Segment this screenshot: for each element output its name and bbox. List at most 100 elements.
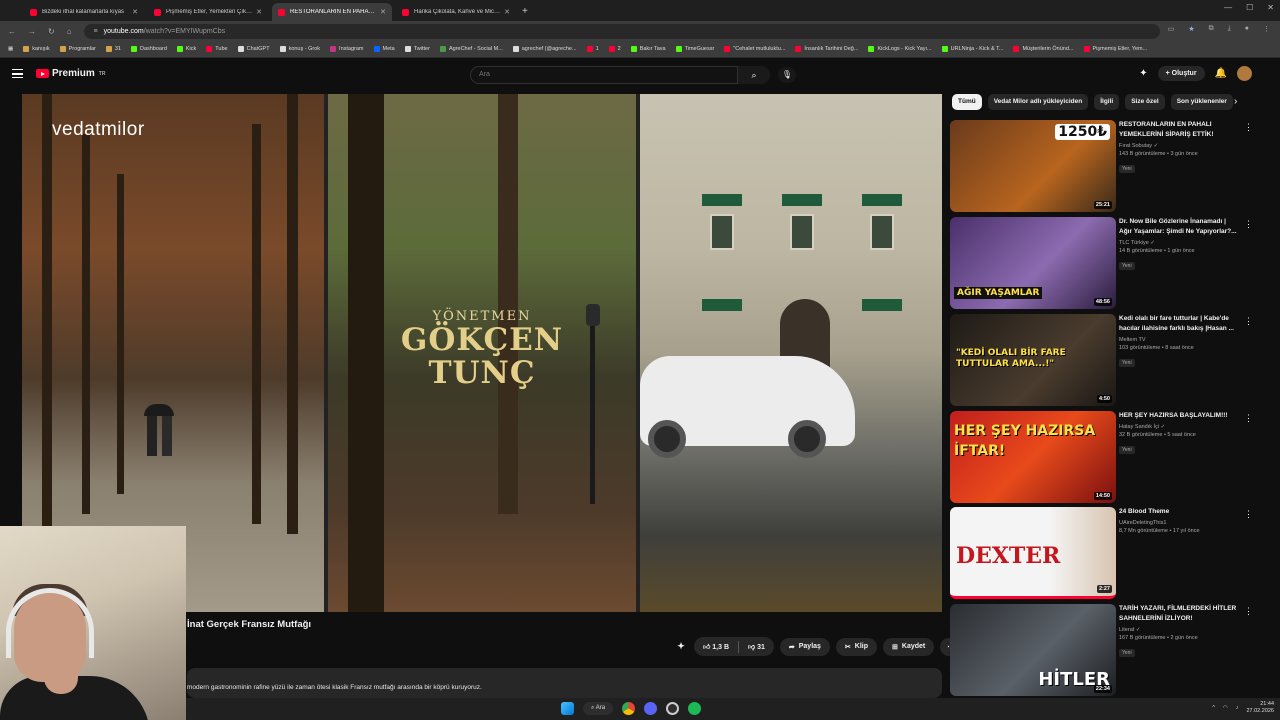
chip-recently-uploaded[interactable]: Son yüklenenler — [1170, 94, 1233, 110]
more-options-icon[interactable]: ⋮ — [1244, 606, 1253, 617]
youtube-premium-logo[interactable]: Premium TR — [36, 68, 105, 79]
taskbar-search[interactable]: ⌕ Ara — [583, 702, 614, 715]
bookmark-item[interactable]: konuş - Grok — [279, 46, 320, 52]
chevron-right-icon[interactable]: › — [1234, 96, 1237, 107]
home-icon[interactable]: ⌂ — [67, 27, 72, 36]
close-tab-icon[interactable]: ✕ — [256, 8, 262, 16]
minimize-icon[interactable]: — — [1224, 3, 1232, 12]
bookmark-item[interactable]: Pişmemiş Etler, Yem... — [1083, 46, 1147, 52]
bookmark-star-icon[interactable]: ★ — [1188, 25, 1194, 33]
chip-all[interactable]: Tümü — [952, 94, 982, 110]
close-tab-icon[interactable]: ✕ — [504, 8, 510, 16]
save-button[interactable]: ⊞ Kaydet — [883, 637, 935, 656]
thumbs-up-icon: 👍︎ — [703, 644, 713, 651]
extensions-icon[interactable]: ⧉ — [1209, 25, 1214, 33]
recommendation-item[interactable]: HER ŞEY HAZIRSA İFTAR! 14:50 HER ŞEY HAZ… — [950, 411, 1253, 503]
bookmark-item[interactable]: Twitter — [404, 46, 430, 52]
chip-related[interactable]: İlgili — [1094, 94, 1120, 110]
bookmark-item[interactable]: 1 — [586, 46, 599, 52]
taskbar-clock[interactable]: 21:44 27.02.2026 — [1246, 701, 1274, 715]
more-options-icon[interactable]: ⋮ — [1244, 219, 1253, 230]
wifi-icon[interactable]: ◠ — [1223, 705, 1228, 711]
close-tab-icon[interactable]: ✕ — [380, 8, 386, 16]
reload-icon[interactable]: ↻ — [48, 27, 55, 36]
browser-tab-4[interactable]: Harika Çikolata, Kahve ve Michelin ✕ — [396, 3, 516, 21]
more-options-icon[interactable]: ⋮ — [1244, 509, 1253, 520]
bookmark-item[interactable]: Programlar — [59, 46, 96, 52]
recommendation-item[interactable]: "KEDİ OLALI BİR FARE TUTTULAR AMA...!" 4… — [950, 314, 1253, 406]
bookmark-item[interactable]: kanışık — [23, 46, 50, 52]
bookmark-item[interactable]: agrechef (@agreche... — [512, 46, 577, 52]
more-options-icon[interactable]: ⋮ — [1244, 122, 1253, 133]
tray-chevron-icon[interactable]: ^ — [1212, 705, 1215, 711]
more-options-icon[interactable]: ⋮ — [1244, 413, 1253, 424]
url-field[interactable]: ≡ youtube.com/watch?v=EMYIWupmCbs — [83, 23, 1160, 39]
cast-icon[interactable]: ▭ — [1168, 25, 1175, 33]
video-thumbnail[interactable]: 1250₺ 25:21 — [950, 120, 1116, 212]
recommendation-item[interactable]: DEXTER 2:27 24 Blood Theme UAireDeleting… — [950, 507, 1253, 599]
chip-for-you[interactable]: Size özel — [1125, 94, 1165, 110]
downloads-icon[interactable]: ⤓ — [1228, 25, 1231, 33]
bookmark-item[interactable]: AgreChef - Social M... — [439, 46, 503, 52]
more-options-icon[interactable]: ⋮ — [1244, 316, 1253, 327]
dislike-button[interactable]: 👎︎ 31 — [739, 637, 774, 656]
share-button[interactable]: ➦ Paylaş — [779, 637, 830, 656]
close-tab-icon[interactable]: ✕ — [132, 8, 138, 16]
bookmark-item[interactable]: Kick — [176, 46, 196, 52]
voice-search-button[interactable]: 🎙 — [778, 67, 796, 83]
maximize-icon[interactable]: ☐ — [1246, 3, 1253, 12]
video-thumbnail[interactable]: HER ŞEY HAZIRSA İFTAR! 14:50 — [950, 411, 1116, 503]
recommendation-item[interactable]: HİTLER 22:34 TARİH YAZARI, FİLMLERDEKİ H… — [950, 604, 1253, 696]
video-description[interactable]: modern gastronominin rafine yüzü ile zam… — [187, 668, 942, 698]
bookmark-item[interactable]: Dashboard — [130, 46, 167, 52]
apps-grid-icon[interactable]: ▦ — [8, 46, 13, 52]
like-button[interactable]: 👍︎ 1,3 B — [694, 637, 738, 656]
account-avatar[interactable] — [1237, 66, 1252, 81]
bookmark-item[interactable]: Tube — [206, 46, 228, 52]
verified-check-icon: ✓ — [1150, 240, 1155, 246]
bookmark-item[interactable]: 31 — [105, 46, 121, 52]
back-icon[interactable]: ← — [8, 27, 16, 36]
bookmark-item[interactable]: Müşterilerin Önünd... — [1013, 46, 1074, 52]
new-tab-button[interactable]: + — [522, 3, 528, 21]
ask-sparkle-icon[interactable]: ✦ — [674, 641, 688, 652]
browser-tab-3[interactable]: RESTORANLARIN EN PAHALI YEMEKLERİ✕ — [272, 3, 392, 21]
search-input[interactable]: Ara — [470, 66, 738, 84]
video-thumbnail[interactable]: "KEDİ OLALI BİR FARE TUTTULAR AMA...!" 4… — [950, 314, 1116, 406]
search-button[interactable]: ⌕ — [738, 66, 770, 84]
video-thumbnail[interactable]: AĞIR YAŞAMLAR 48:56 — [950, 217, 1116, 309]
notifications-bell-icon[interactable]: 🔔 — [1215, 68, 1227, 79]
video-thumbnail[interactable]: DEXTER 2:27 — [950, 507, 1116, 599]
chip-from-uploader[interactable]: Vedat Milor adlı yükleyiciden — [987, 94, 1089, 110]
obs-icon[interactable] — [666, 702, 680, 715]
chrome-icon[interactable] — [622, 702, 636, 715]
volume-icon[interactable]: ♪ — [1236, 705, 1239, 711]
gemini-sparkle-icon[interactable]: ✦ — [1139, 68, 1147, 79]
profile-icon[interactable]: ● — [1245, 25, 1249, 33]
site-info-icon[interactable]: ≡ — [94, 28, 98, 35]
recommendation-item[interactable]: 1250₺ 25:21 RESTORANLARIN EN PAHALI YEME… — [950, 120, 1253, 212]
bookmark-item[interactable]: Bakır Tava — [630, 46, 666, 52]
bookmark-item[interactable]: 2 — [608, 46, 621, 52]
browser-tab-2[interactable]: Pişmemiş Etler, Yemekten Çıkan ✕ — [148, 3, 268, 21]
bookmark-item[interactable]: Instagram — [330, 46, 364, 52]
windows-start-icon[interactable] — [561, 702, 574, 715]
clip-button[interactable]: ✂ Klip — [835, 637, 878, 656]
discord-icon[interactable] — [644, 702, 658, 715]
recommendation-item[interactable]: AĞIR YAŞAMLAR 48:56 Dr. Now Bile Gözleri… — [950, 217, 1253, 309]
bookmark-item[interactable]: ChatGPT — [237, 46, 270, 52]
video-thumbnail[interactable]: HİTLER 22:34 — [950, 604, 1116, 696]
spotify-icon[interactable] — [688, 702, 702, 715]
browser-tab-1[interactable]: Bizdeki ithal kalamarlarla kıyas ✕ — [24, 3, 144, 21]
bookmark-item[interactable]: Meta — [373, 46, 395, 52]
browser-menu-icon[interactable]: ⋮ — [1263, 25, 1270, 33]
bookmark-item[interactable]: URLNinja - Kick & T... — [941, 46, 1003, 52]
close-window-icon[interactable]: ✕ — [1267, 3, 1274, 12]
hamburger-menu-icon[interactable] — [12, 69, 23, 78]
bookmark-item[interactable]: "Cehalet mutluluktu... — [724, 46, 785, 52]
bookmark-item[interactable]: TimeGuessr — [675, 46, 714, 52]
bookmark-item[interactable]: İnsanlık Tarihini Değ... — [795, 46, 858, 52]
bookmark-item[interactable]: KickLogs - Kick Yayı... — [868, 46, 932, 52]
create-button[interactable]: + Oluştur — [1157, 66, 1205, 81]
forward-icon[interactable]: → — [28, 27, 36, 36]
